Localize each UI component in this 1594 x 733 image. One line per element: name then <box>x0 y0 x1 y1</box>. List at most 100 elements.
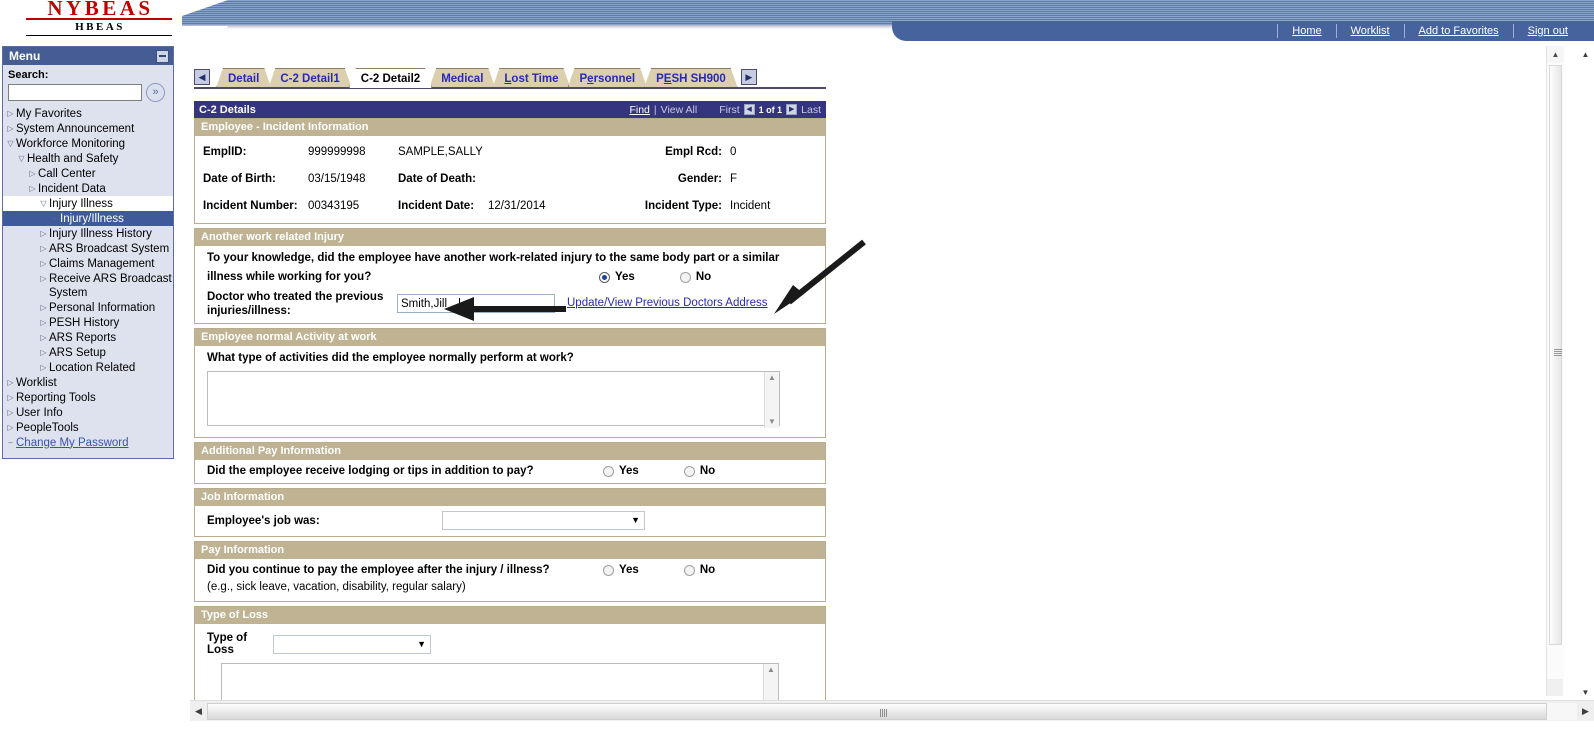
tab-lost-time[interactable]: Lost Time <box>492 68 570 88</box>
sidebar-item-claims-management[interactable]: ▷ Claims Management <box>3 256 173 271</box>
sidebar-item-ars-setup[interactable]: ▷ ARS Setup <box>3 345 173 360</box>
nav-link-home[interactable]: Home <box>1277 24 1337 38</box>
row-prev-arrow-icon[interactable]: ◀ <box>743 104 755 115</box>
nav-link-sign-out[interactable]: Sign out <box>1514 24 1594 38</box>
sidebar-item-ars-reports[interactable]: ▷ ARS Reports <box>3 330 173 345</box>
sidebar-item-change-my-password[interactable]: – Change My Password <box>3 435 173 450</box>
sidebar-item-label: Claims Management <box>49 257 155 270</box>
sidebar-item-ars-broadcast-system[interactable]: ▷ ARS Broadcast System <box>3 241 173 256</box>
tab-bar: ◀ Detail C-2 Detail1 C-2 Detail2 Medical… <box>194 66 757 88</box>
tab-medical[interactable]: Medical <box>429 68 495 88</box>
sidebar-item-label: Location Related <box>49 361 136 374</box>
date-of-death-label: Date of Death: <box>398 172 476 185</box>
scroll-left-icon[interactable]: ◀ <box>190 701 207 721</box>
sidebar-item-injury-illness[interactable]: – Injury/Illness <box>3 211 173 226</box>
another-work-related-injury-header: Another work related Injury <box>195 229 825 246</box>
twisty-collapsed-icon: ▷ <box>40 243 47 253</box>
logo-primary-text: NYBEAS <box>47 0 154 20</box>
doctor-name-input[interactable] <box>397 294 555 313</box>
employee-job-dropdown[interactable]: ▼ <box>442 511 645 530</box>
sidebar-item-location-related[interactable]: ▷ Location Related <box>3 360 173 375</box>
scroll-up-icon[interactable]: ▲ <box>767 666 775 674</box>
sidebar-item-label: Injury Illness <box>49 197 113 210</box>
additional-pay-no-radio[interactable] <box>683 465 695 477</box>
sidebar-item-call-center[interactable]: ▷ Call Center <box>3 166 173 181</box>
scroll-up-icon[interactable]: ▲ <box>768 374 776 382</box>
sidebar-item-my-favorites[interactable]: ▷ My Favorites <box>3 106 173 121</box>
sidebar-item-worklist[interactable]: ▷ Worklist <box>3 375 173 390</box>
sidebar-item-workforce-monitoring[interactable]: ▽ Workforce Monitoring <box>3 136 173 151</box>
scroll-down-icon[interactable]: ▼ <box>1577 684 1594 701</box>
sidebar-item-user-info[interactable]: ▷ User Info <box>3 405 173 420</box>
last-link[interactable]: Last <box>801 104 821 116</box>
pay-continue-no-radio[interactable] <box>683 564 695 576</box>
sidebar-item-label: Change My Password <box>16 436 129 449</box>
another-injury-yes-radio[interactable] <box>599 272 610 283</box>
sidebar-item-pesh-history[interactable]: ▷ PESH History <box>3 315 173 330</box>
scroll-up-icon[interactable]: ▲ <box>1577 46 1594 63</box>
search-input[interactable] <box>8 84 142 101</box>
sidebar-item-receive-ars-broadcast-system[interactable]: ▷ Receive ARS Broadcast System <box>3 271 173 300</box>
first-link[interactable]: First <box>719 104 739 116</box>
tab-detail[interactable]: Detail <box>216 68 271 88</box>
additional-pay-information-header: Additional Pay Information <box>195 443 825 460</box>
tab-personnel[interactable]: Personnel <box>568 68 648 88</box>
hscrollbar-thumb[interactable] <box>207 702 1547 720</box>
sidebar-item-personal-information[interactable]: ▷ Personal Information <box>3 300 173 315</box>
tab-c2-detail1[interactable]: C-2 Detail1 <box>268 68 351 88</box>
scroll-right-icon[interactable]: ▶ <box>1577 701 1594 721</box>
twisty-collapsed-icon: ▷ <box>7 392 14 402</box>
textarea-scrollbar[interactable]: ▲ ▼ <box>764 372 779 428</box>
sidebar-item-injury-illness-history[interactable]: ▷ Injury Illness History <box>3 226 173 241</box>
sidebar-item-label: Incident Data <box>38 182 106 195</box>
hscrollbar-track[interactable] <box>207 702 1577 720</box>
doctor-field-label: Doctor who treated the previous injuries… <box>207 290 397 318</box>
minimize-icon[interactable] <box>156 49 169 63</box>
update-view-previous-doctors-address-link[interactable]: Update/View Previous Doctors Address <box>567 297 768 309</box>
tab-pesh-sh900[interactable]: PESH SH900 <box>644 68 738 88</box>
sidebar-item-peopletools[interactable]: ▷ PeopleTools <box>3 420 173 435</box>
view-all-link[interactable]: View All <box>661 104 698 116</box>
menu-tree: ▷ My Favorites ▷ System Announcement ▽ Workfo… <box>3 105 173 450</box>
sidebar-item-system-announcement[interactable]: ▷ System Announcement <box>3 121 173 136</box>
grid-title: C-2 Details <box>199 103 256 116</box>
additional-pay-yes-radio[interactable] <box>603 465 614 477</box>
pay-continue-yes-radio[interactable] <box>603 564 614 576</box>
twisty-collapsed-icon: ▷ <box>40 302 47 312</box>
nav-link-add-to-favorites[interactable]: Add to Favorites <box>1405 24 1514 38</box>
scroll-up-icon[interactable]: ▲ <box>1547 46 1564 63</box>
employee-job-label: Employee's job was: <box>207 514 320 527</box>
sidebar-item-health-and-safety[interactable]: ▽ Health and Safety <box>3 151 173 166</box>
sidebar-item-incident-data[interactable]: ▷ Incident Data <box>3 181 173 196</box>
row-next-arrow-icon[interactable]: ▶ <box>786 104 798 115</box>
empl-rcd-label: Empl Rcd: <box>665 145 722 158</box>
find-link[interactable]: Find <box>629 104 649 116</box>
window-horizontal-scrollbar[interactable]: ◀ ▶ <box>190 700 1594 721</box>
incident-type-label: Incident Type: <box>644 199 722 212</box>
another-injury-question-line1: To your knowledge, did the employee have… <box>207 252 780 264</box>
tab-prev-arrow-icon[interactable]: ◀ <box>194 69 210 85</box>
tab-c2-detail2[interactable]: C-2 Detail2 <box>349 68 432 88</box>
row-counter: 1 of 1 <box>758 104 783 115</box>
menu-header: Menu <box>3 47 173 65</box>
double-chevron-right-icon[interactable]: » <box>146 83 165 102</box>
scroll-down-icon[interactable]: ▼ <box>768 418 776 426</box>
nav-link-worklist[interactable]: Worklist <box>1337 24 1405 38</box>
table-row: EmplID: 999999998 SAMPLE,SALLY Empl Rcd:… <box>203 138 817 165</box>
type-of-loss-label: Type of Loss <box>207 632 248 656</box>
twisty-collapsed-icon: ▷ <box>40 332 47 342</box>
top-navigation-bar: Home Worklist Add to Favorites Sign out <box>892 21 1594 41</box>
twisty-collapsed-icon: ▷ <box>40 228 47 238</box>
another-injury-no-radio[interactable] <box>679 272 691 283</box>
additional-pay-no-label: No <box>699 465 716 477</box>
normal-activity-textarea[interactable] <box>207 371 780 426</box>
sidebar-item-reporting-tools[interactable]: ▷ Reporting Tools <box>3 390 173 405</box>
grid-separator: | <box>653 103 657 116</box>
scrollbar-thumb[interactable] <box>1549 65 1562 645</box>
emplid-label: EmplID: <box>203 145 247 158</box>
type-of-loss-dropdown[interactable]: ▼ <box>273 634 431 654</box>
content-vertical-scrollbar[interactable]: ▲ <box>1546 46 1564 696</box>
sidebar-item-injury-illness[interactable]: ▽ Injury Illness <box>3 196 173 211</box>
tab-next-arrow-icon[interactable]: ▶ <box>740 69 757 85</box>
window-vertical-scrollbar[interactable]: ▲ ▼ <box>1577 46 1594 701</box>
